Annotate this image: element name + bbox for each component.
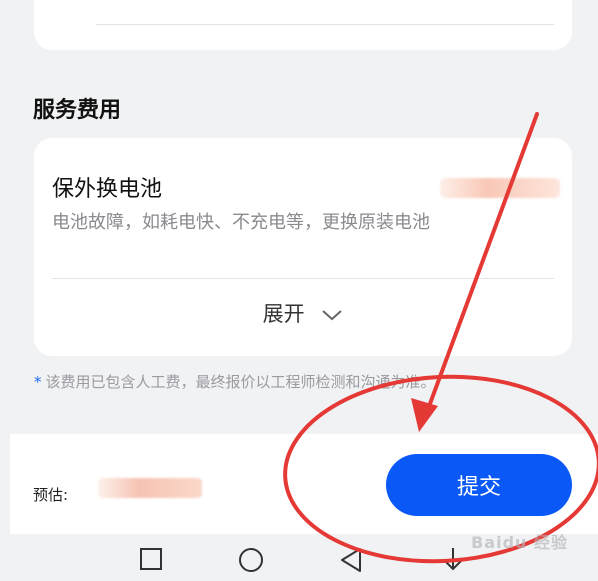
previous-card	[34, 0, 572, 50]
estimate-label: 预估:	[33, 486, 69, 504]
service-card: 保外换电池 电池故障，如耗电快、不充电等，更换原装电池 展开	[34, 138, 572, 356]
note-star: *	[34, 373, 42, 391]
download-icon[interactable]	[440, 546, 466, 578]
expand-label: 展开	[262, 302, 305, 326]
square-icon[interactable]	[138, 546, 164, 576]
fee-note: * 该费用已包含人工费，最终报价以工程师检测和沟通为准。	[34, 371, 436, 392]
price-redacted	[440, 178, 560, 198]
annotation-arrow-head	[411, 398, 438, 432]
expand-button[interactable]: 展开	[34, 298, 572, 328]
divider	[52, 278, 554, 279]
service-item-description: 电池故障，如耗电快、不充电等，更换原装电池	[52, 212, 430, 233]
bottom-bar: 预估: 提交	[10, 434, 598, 534]
circle-icon[interactable]	[237, 546, 265, 578]
back-triangle-icon[interactable]	[338, 546, 364, 578]
chevron-down-icon	[321, 303, 343, 327]
submit-button[interactable]: 提交	[386, 454, 572, 516]
note-text: 该费用已包含人工费，最终报价以工程师检测和沟通为准。	[45, 373, 436, 391]
estimate-redacted	[98, 478, 202, 498]
divider	[96, 24, 554, 25]
watermark: Baidu 经验	[471, 533, 568, 552]
section-title: 服务费用	[33, 98, 122, 123]
service-item-title: 保外换电池	[52, 177, 163, 202]
